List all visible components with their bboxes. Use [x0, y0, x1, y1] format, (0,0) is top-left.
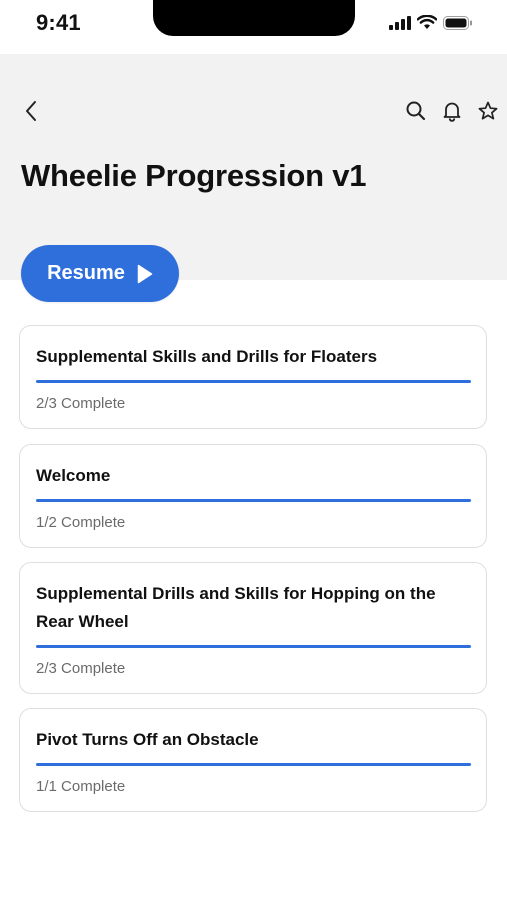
section-title: Pivot Turns Off an Obstacle: [36, 730, 259, 749]
section-progress-fill: [36, 380, 471, 383]
section-title: Welcome: [36, 466, 111, 485]
section-title: Supplemental Skills and Drills for Float…: [36, 347, 378, 366]
section-card[interactable]: Supplemental Skills and Drills for Float…: [19, 325, 487, 429]
section-progress-fill: [36, 763, 471, 766]
favorite-button[interactable]: [475, 98, 501, 124]
section-progress-bar: [36, 645, 471, 648]
page-title: Wheelie Progression v1: [21, 158, 367, 193]
star-icon: [478, 101, 498, 120]
bell-icon: [443, 102, 461, 122]
battery-icon: [443, 15, 472, 30]
section-card[interactable]: Pivot Turns Off an Obstacle 1/1 Complete: [19, 708, 487, 812]
resume-button-label: Resume: [47, 262, 125, 284]
search-icon: [406, 101, 426, 121]
search-button[interactable]: [403, 98, 429, 124]
section-progress-bar: [36, 499, 471, 502]
section-status: 2/3 Complete: [36, 660, 126, 677]
section-progress-fill: [36, 499, 471, 502]
notifications-button[interactable]: [439, 98, 465, 124]
section-progress-fill: [36, 645, 471, 648]
cellular-signal-icon: [389, 15, 411, 30]
back-button[interactable]: [18, 98, 44, 124]
status-bar: 9:41: [0, 0, 507, 54]
back-icon: [26, 101, 36, 121]
section-card[interactable]: Supplemental Drills and Skills for Hoppi…: [19, 562, 487, 694]
section-title: Supplemental Drills and Skills for Hoppi…: [36, 584, 436, 631]
section-card[interactable]: Welcome 1/2 Complete: [19, 444, 487, 548]
header-actions: [403, 98, 501, 124]
play-icon: [137, 264, 153, 283]
device-notch: [153, 0, 355, 36]
status-icons: [389, 15, 473, 30]
section-status: 1/1 Complete: [36, 778, 126, 795]
resume-button[interactable]: Resume: [21, 245, 179, 302]
section-progress-bar: [36, 763, 471, 766]
status-time: 9:41: [36, 10, 81, 35]
section-progress-bar: [36, 380, 471, 383]
wifi-icon: [417, 15, 437, 29]
section-status: 2/3 Complete: [36, 395, 126, 412]
section-status: 1/2 Complete: [36, 514, 126, 531]
